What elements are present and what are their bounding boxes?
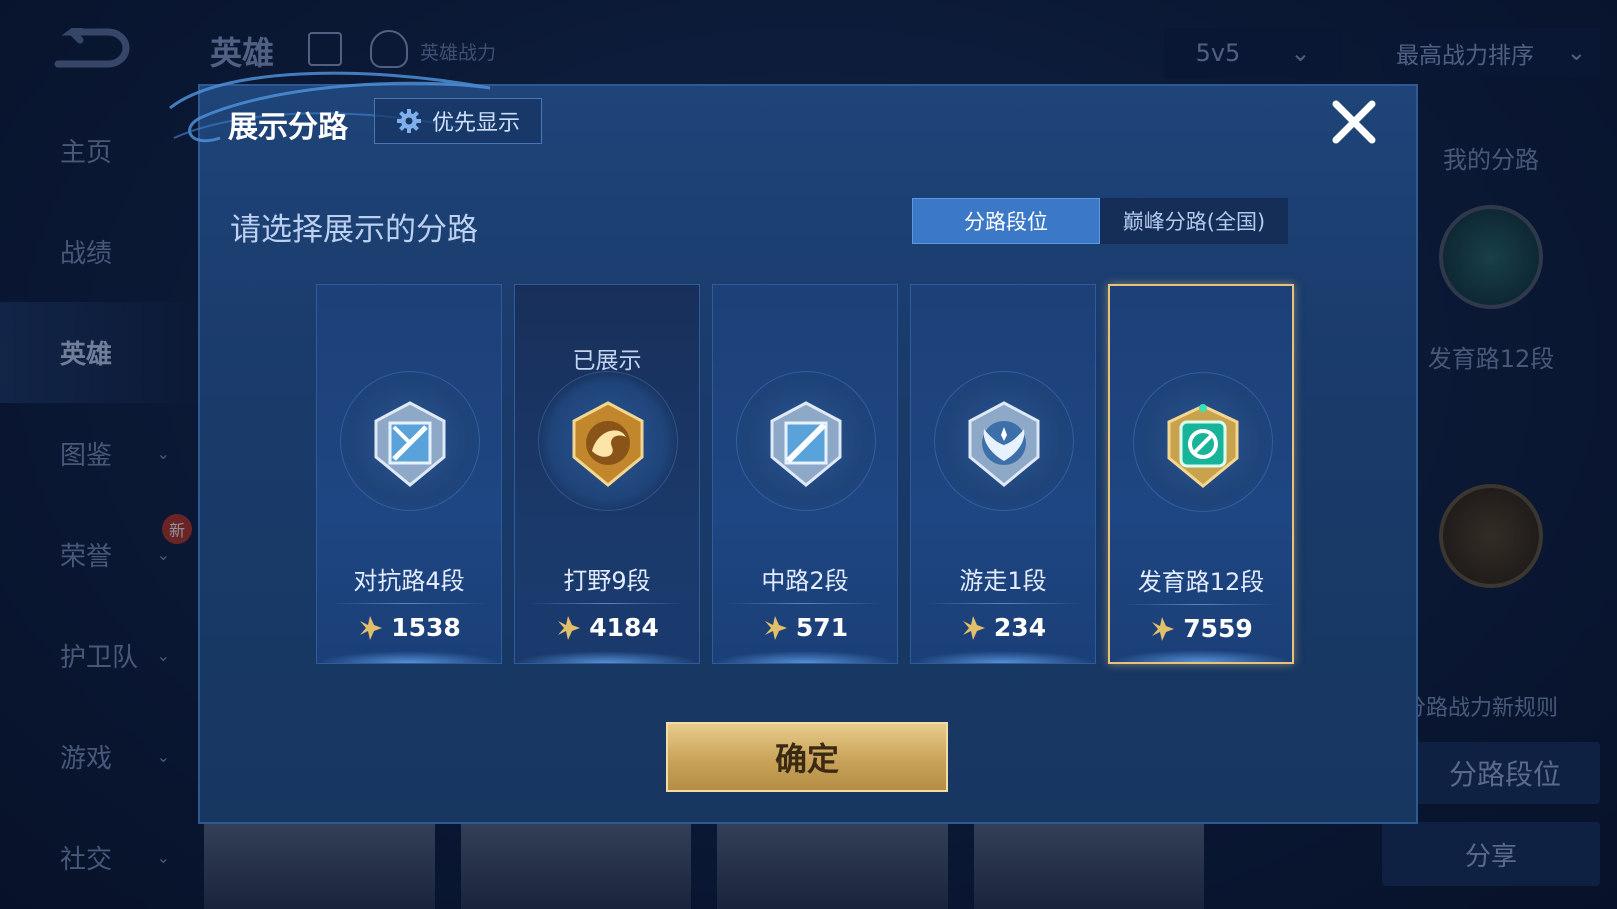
card-divider — [529, 603, 685, 604]
emerald-s-badge-icon — [1167, 404, 1239, 488]
lane-score-value: 234 — [993, 613, 1047, 642]
confirm-button[interactable]: 确定 — [666, 722, 948, 792]
card-glow — [515, 651, 699, 663]
power-icon — [1152, 616, 1175, 641]
lane-name: 对抗路4段 — [353, 567, 465, 595]
card-glow — [713, 651, 897, 663]
lane-score: 4184 — [515, 613, 699, 642]
silver-sword-badge-icon — [374, 401, 446, 487]
priority-button-label: 优先显示 — [431, 111, 520, 136]
lane-name: 发育路12段 — [1137, 568, 1265, 596]
silver-slash-badge-icon — [770, 401, 842, 487]
lane-name: 中路2段 — [761, 567, 849, 595]
card-divider — [727, 603, 883, 604]
card-divider — [925, 603, 1081, 604]
lane-score-value: 571 — [795, 613, 849, 642]
card-glow — [317, 651, 501, 663]
power-icon — [962, 615, 985, 640]
lane-name: 游走1段 — [959, 567, 1047, 595]
gear-icon — [396, 109, 421, 133]
lane-card-farm[interactable]: 发育路12段 7559 — [1108, 284, 1294, 664]
lane-card-top[interactable]: 对抗路4段 1538 — [316, 284, 502, 664]
lane-score-value: 4184 — [589, 613, 659, 642]
card-divider — [1124, 604, 1278, 605]
gold-dragon-badge-icon — [572, 401, 644, 487]
lane-tabs: 分路段位 巅峰分路(全国) — [912, 198, 1288, 244]
lane-score: 7559 — [1110, 614, 1292, 643]
lane-score: 571 — [713, 613, 897, 642]
power-icon — [360, 615, 383, 640]
lane-card-jungle[interactable]: 已展示 打野9段 4184 — [514, 284, 700, 664]
lane-card-mid[interactable]: 中路2段 571 — [712, 284, 898, 664]
lane-card-list: 对抗路4段 1538 已展示 打野9段 4184 中路2段 571 游走1段 2… — [316, 284, 1294, 664]
card-divider — [331, 603, 487, 604]
silver-wing-badge-icon — [968, 401, 1040, 487]
card-glow — [911, 651, 1095, 663]
lane-score-value: 7559 — [1183, 614, 1253, 643]
lane-card-roam[interactable]: 游走1段 234 — [910, 284, 1096, 664]
card-glow — [1110, 650, 1292, 662]
lane-display-dialog: 展示分路 优先显示 请选择展示的分路 分路段位 巅峰分路(全国) 对抗路4段 1… — [169, 71, 1418, 824]
lane-score: 1538 — [317, 613, 501, 642]
lane-score-value: 1538 — [391, 613, 461, 642]
lane-name: 打野9段 — [563, 567, 651, 595]
close-icon[interactable] — [1328, 96, 1380, 148]
lane-score: 234 — [911, 613, 1095, 642]
tab-lane-rank[interactable]: 分路段位 — [912, 198, 1100, 244]
power-icon — [558, 615, 581, 640]
shown-label: 已展示 — [572, 348, 642, 374]
dialog-title: 展示分路 — [228, 110, 348, 145]
tab-peak-lane[interactable]: 巅峰分路(全国) — [1100, 198, 1288, 244]
power-icon — [764, 615, 787, 640]
dialog-subtitle: 请选择展示的分路 — [230, 212, 478, 248]
priority-display-button[interactable]: 优先显示 — [374, 98, 542, 144]
